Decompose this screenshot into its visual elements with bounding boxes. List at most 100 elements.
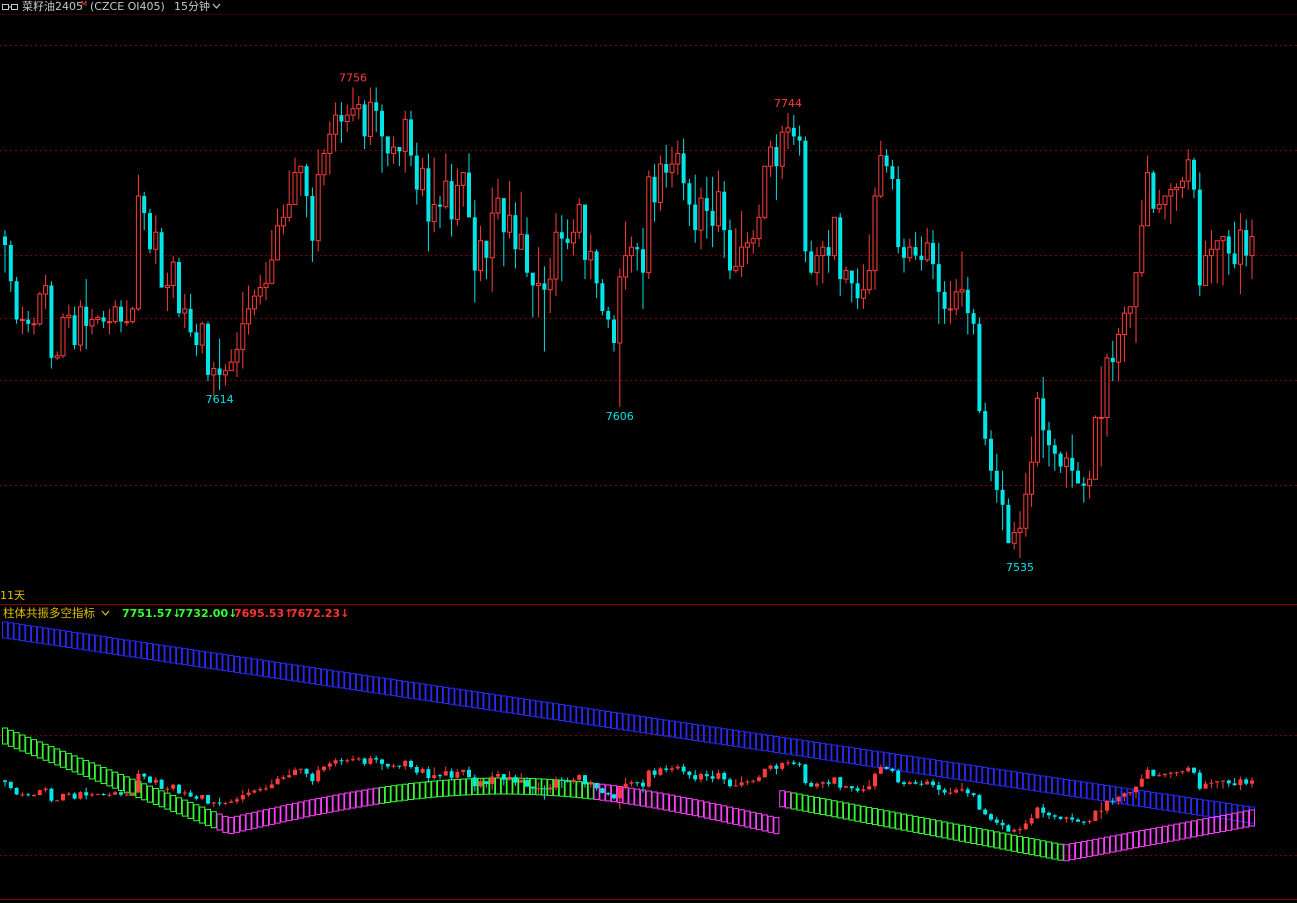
- indicator-candle-body: [420, 769, 425, 773]
- indicator-candle-body: [548, 787, 553, 790]
- indicator-candle-body: [699, 774, 703, 780]
- indicator-band-slow: [495, 694, 501, 712]
- indicator-candle-body: [629, 782, 634, 784]
- indicator-band-slow: [1138, 790, 1145, 808]
- indicator-candle-body: [1052, 815, 1057, 817]
- indicator-band-slow: [129, 640, 136, 658]
- candle-body: [1034, 397, 1040, 463]
- candle-body: [350, 108, 356, 116]
- indicator-band-slow: [848, 747, 855, 765]
- indicator-band-fast: [1220, 814, 1226, 832]
- candle-body: [402, 118, 408, 152]
- indicator-band-slow: [1225, 803, 1232, 821]
- indicator-candle-body: [948, 792, 953, 794]
- indicator-band-fast: [744, 810, 751, 828]
- candle-body: [1156, 204, 1162, 210]
- candle-body: [199, 323, 205, 346]
- indicator-band-slow: [1214, 801, 1221, 819]
- candle-body: [542, 283, 547, 290]
- indicator-band-fast: [431, 780, 438, 798]
- indicator-candle-body: [333, 760, 338, 764]
- candle-body: [641, 249, 645, 273]
- indicator-candle-body: [90, 794, 94, 796]
- candle-body: [931, 242, 935, 265]
- candle-body: [606, 311, 611, 320]
- candle-body: [1098, 417, 1104, 419]
- indicator-band-fast: [634, 788, 641, 806]
- candle-body: [385, 136, 390, 154]
- candle-body: [501, 198, 506, 233]
- indicator-band-slow: [634, 715, 641, 733]
- indicator-band-slow: [280, 662, 287, 680]
- indicator-band-slow: [779, 736, 786, 754]
- indicator-band-fast: [338, 793, 345, 811]
- indicator-band-slow: [872, 750, 878, 768]
- indicator-band-fast: [36, 741, 43, 759]
- indicator-candle-body: [536, 788, 541, 790]
- indicator-candle-body: [1006, 825, 1011, 832]
- candle-body: [1203, 255, 1209, 286]
- indicator-band-slow: [216, 653, 223, 671]
- indicator-candle-body: [1163, 773, 1167, 776]
- indicator-band-fast: [1237, 811, 1244, 829]
- chart-area[interactable]: 7756 7614 7606 7744 7535 11天 柱体共振多空指标 7751.5…: [0, 0, 1297, 903]
- candle-body: [234, 348, 240, 363]
- indicator-candle-body: [153, 779, 158, 783]
- indicator-band-slow: [147, 643, 153, 661]
- indicator-candle-body: [136, 773, 141, 793]
- indicator-candle-body: [652, 770, 657, 775]
- indicator-title[interactable]: 柱体共振多空指标: [3, 606, 95, 620]
- indicator-candle-body: [960, 789, 964, 791]
- indicator-band-fast: [889, 811, 896, 829]
- indicator-candle-body: [345, 760, 350, 762]
- indicator-band-fast: [31, 739, 37, 757]
- candle-body: [855, 283, 860, 299]
- candle-body: [426, 168, 431, 222]
- indicator-band-fast: [495, 777, 501, 795]
- candle-body: [142, 196, 147, 214]
- indicator-candle-body: [989, 814, 993, 820]
- indicator-band-slow: [222, 654, 229, 672]
- indicator-chevron-icon[interactable]: [101, 610, 110, 616]
- indicator-candle-body: [1041, 807, 1046, 813]
- indicator-band-fast: [941, 821, 948, 839]
- indicator-band-slow: [344, 672, 351, 690]
- candle-body: [484, 240, 489, 258]
- indicator-band-fast: [732, 807, 739, 825]
- candle-body: [513, 215, 518, 250]
- indicator-candle-body: [95, 793, 100, 795]
- indicator-band-fast: [1057, 843, 1064, 861]
- indicator-band-fast: [199, 806, 206, 824]
- candle-body: [84, 306, 89, 326]
- indicator-band-slow: [535, 700, 542, 718]
- indicator-band-fast: [89, 762, 95, 780]
- indicator-candle-body: [635, 782, 640, 784]
- indicator-band-fast: [999, 832, 1006, 850]
- indicator-band-fast: [1075, 842, 1081, 860]
- candle-body: [263, 282, 269, 289]
- indicator-candle-body: [1139, 778, 1144, 787]
- indicator-band-slow: [744, 731, 751, 749]
- candle-body: [124, 321, 130, 324]
- indicator-band-slow: [918, 757, 925, 775]
- candle-body: [14, 281, 19, 320]
- indicator-candle-body: [658, 768, 663, 775]
- indicator-band-fast: [715, 804, 722, 822]
- indicator-band-fast: [1133, 831, 1139, 849]
- indicator-candle-body: [391, 765, 396, 767]
- indicator-candle-body: [687, 771, 692, 776]
- candle-body: [95, 316, 101, 321]
- indicator-band-slow: [158, 644, 165, 662]
- candle-body: [570, 231, 576, 244]
- indicator-candle-body: [554, 779, 558, 788]
- indicator-candle-body: [351, 759, 355, 761]
- candle-body: [1110, 357, 1115, 363]
- indicator-band-slow: [837, 745, 844, 763]
- indicator-candle-body: [432, 775, 437, 779]
- indicator-band-fast: [42, 743, 49, 761]
- indicator-band-fast: [738, 809, 745, 827]
- indicator-band-fast: [993, 831, 1000, 849]
- indicator-candle-body: [252, 790, 257, 793]
- indicator-candle-body: [1215, 781, 1220, 783]
- indicator-candle-body: [693, 775, 698, 780]
